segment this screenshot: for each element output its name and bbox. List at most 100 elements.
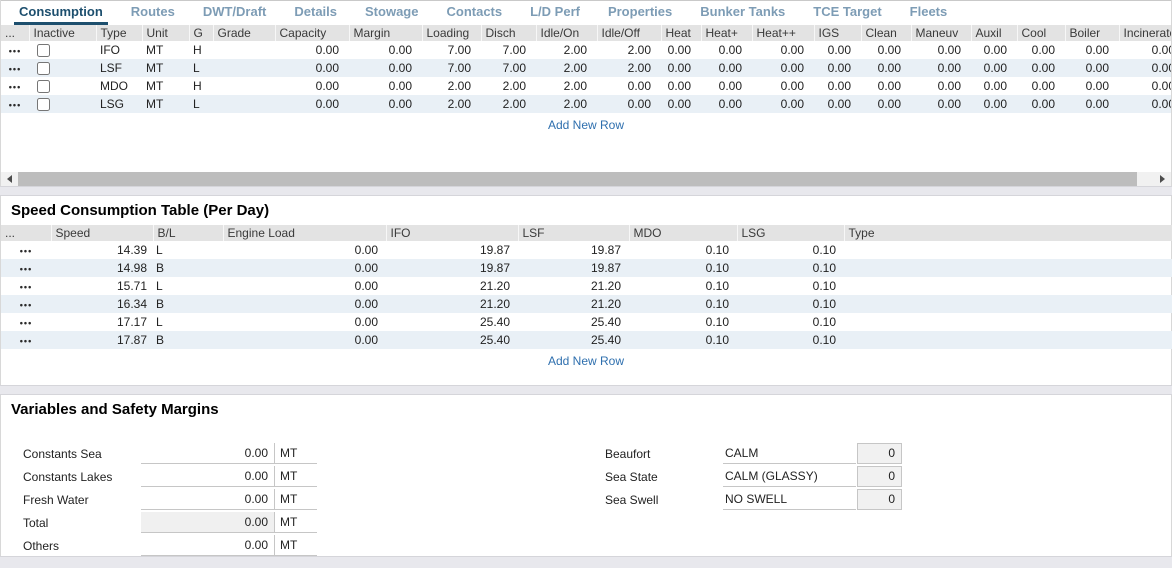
cell-loading[interactable]: 7.00: [422, 59, 481, 77]
cell-type[interactable]: [844, 241, 1172, 259]
cell-idle-on[interactable]: 2.00: [536, 41, 597, 59]
cell-type[interactable]: MDO: [96, 77, 142, 95]
row-menu-button[interactable]: •••: [1, 246, 51, 256]
cell-cool[interactable]: 0.00: [1017, 77, 1065, 95]
cell-mdo[interactable]: 0.10: [629, 313, 737, 331]
cell-boiler[interactable]: 0.00: [1065, 95, 1119, 113]
cell-incinerator[interactable]: 0.00: [1119, 41, 1171, 59]
cell-mdo[interactable]: 0.10: [629, 295, 737, 313]
cell-unit[interactable]: MT: [142, 59, 189, 77]
cell-lsf[interactable]: 19.87: [518, 241, 629, 259]
cell-grade[interactable]: [213, 41, 275, 59]
row-menu-button[interactable]: •••: [1, 82, 29, 92]
cell-clean[interactable]: 0.00: [861, 59, 911, 77]
cell-boiler[interactable]: 0.00: [1065, 41, 1119, 59]
cell-clean[interactable]: 0.00: [861, 95, 911, 113]
cell-type[interactable]: [844, 277, 1172, 295]
cell-engine-load[interactable]: 0.00: [223, 331, 386, 349]
horizontal-scrollbar[interactable]: [1, 172, 1171, 186]
cell-boiler[interactable]: 0.00: [1065, 59, 1119, 77]
cell-auxil[interactable]: 0.00: [971, 59, 1017, 77]
cell-cool[interactable]: 0.00: [1017, 59, 1065, 77]
cell-loading[interactable]: 2.00: [422, 77, 481, 95]
scroll-left-button[interactable]: [1, 172, 18, 186]
cell-heat-plus[interactable]: 0.00: [701, 95, 752, 113]
cell-unit[interactable]: MT: [142, 95, 189, 113]
cell-incinerator[interactable]: 0.00: [1119, 77, 1171, 95]
cell-mdo[interactable]: 0.10: [629, 241, 737, 259]
cell-ifo[interactable]: 21.20: [386, 295, 518, 313]
cell-capacity[interactable]: 0.00: [275, 77, 349, 95]
cell-ifo[interactable]: 19.87: [386, 259, 518, 277]
cell-maneuv[interactable]: 0.00: [911, 59, 971, 77]
tab-details[interactable]: Details: [289, 1, 342, 25]
cell-speed[interactable]: 15.71: [51, 277, 153, 295]
scrollbar-track[interactable]: [18, 172, 1154, 186]
sea-swell-select[interactable]: NO SWELL: [723, 489, 856, 510]
cell-igs[interactable]: 0.00: [814, 41, 861, 59]
cell-mdo[interactable]: 0.10: [629, 277, 737, 295]
cell-heat[interactable]: 0.00: [661, 95, 701, 113]
cell-lsf[interactable]: 19.87: [518, 259, 629, 277]
cell-igs[interactable]: 0.00: [814, 59, 861, 77]
cell-idle-off[interactable]: 2.00: [597, 59, 661, 77]
cell-type[interactable]: [844, 259, 1172, 277]
cell-heat-plus2[interactable]: 0.00: [752, 95, 814, 113]
cell-engine-load[interactable]: 0.00: [223, 313, 386, 331]
cell-engine-load[interactable]: 0.00: [223, 277, 386, 295]
cell-g[interactable]: H: [189, 41, 213, 59]
cell-heat-plus[interactable]: 0.00: [701, 41, 752, 59]
cell-heat[interactable]: 0.00: [661, 41, 701, 59]
cell-bl[interactable]: L: [153, 241, 223, 259]
cell-lsg[interactable]: 0.10: [737, 295, 844, 313]
cell-type[interactable]: LSG: [96, 95, 142, 113]
cell-igs[interactable]: 0.00: [814, 77, 861, 95]
scrollbar-thumb[interactable]: [18, 172, 1137, 186]
tab-routes[interactable]: Routes: [126, 1, 180, 25]
cell-idle-off[interactable]: 0.00: [597, 95, 661, 113]
cell-capacity[interactable]: 0.00: [275, 41, 349, 59]
row-menu-button[interactable]: •••: [1, 318, 51, 328]
row-menu-button[interactable]: •••: [1, 300, 51, 310]
cell-g[interactable]: L: [189, 95, 213, 113]
cell-ifo[interactable]: 25.40: [386, 331, 518, 349]
cell-mdo[interactable]: 0.10: [629, 331, 737, 349]
cell-type[interactable]: LSF: [96, 59, 142, 77]
cell-speed[interactable]: 17.17: [51, 313, 153, 331]
cell-cool[interactable]: 0.00: [1017, 95, 1065, 113]
cell-type[interactable]: [844, 313, 1172, 331]
cell-engine-load[interactable]: 0.00: [223, 259, 386, 277]
cell-ifo[interactable]: 25.40: [386, 313, 518, 331]
add-new-row-link[interactable]: Add New Row: [548, 118, 624, 132]
inactive-checkbox[interactable]: [37, 44, 50, 57]
cell-ifo[interactable]: 21.20: [386, 277, 518, 295]
constants-sea-input[interactable]: 0.00: [141, 443, 274, 464]
cell-unit[interactable]: MT: [142, 77, 189, 95]
cell-heat[interactable]: 0.00: [661, 77, 701, 95]
cell-lsf[interactable]: 25.40: [518, 331, 629, 349]
cell-boiler[interactable]: 0.00: [1065, 77, 1119, 95]
cell-margin[interactable]: 0.00: [349, 59, 422, 77]
tab-ld-perf[interactable]: L/D Perf: [525, 1, 585, 25]
tab-consumption[interactable]: Consumption: [14, 1, 108, 25]
cell-lsg[interactable]: 0.10: [737, 241, 844, 259]
cell-heat-plus[interactable]: 0.00: [701, 59, 752, 77]
tab-stowage[interactable]: Stowage: [360, 1, 423, 25]
cell-lsf[interactable]: 21.20: [518, 295, 629, 313]
cell-margin[interactable]: 0.00: [349, 41, 422, 59]
cell-lsg[interactable]: 0.10: [737, 259, 844, 277]
cell-lsg[interactable]: 0.10: [737, 313, 844, 331]
cell-bl[interactable]: B: [153, 331, 223, 349]
cell-incinerator[interactable]: 0.00: [1119, 95, 1171, 113]
tab-fleets[interactable]: Fleets: [905, 1, 953, 25]
add-new-row-link[interactable]: Add New Row: [548, 354, 624, 368]
cell-unit[interactable]: MT: [142, 41, 189, 59]
cell-speed[interactable]: 16.34: [51, 295, 153, 313]
cell-heat-plus2[interactable]: 0.00: [752, 77, 814, 95]
cell-speed[interactable]: 14.98: [51, 259, 153, 277]
cell-lsf[interactable]: 21.20: [518, 277, 629, 295]
cell-engine-load[interactable]: 0.00: [223, 295, 386, 313]
tab-tce-target[interactable]: TCE Target: [808, 1, 886, 25]
others-input[interactable]: 0.00: [141, 535, 274, 556]
inactive-checkbox[interactable]: [37, 80, 50, 93]
